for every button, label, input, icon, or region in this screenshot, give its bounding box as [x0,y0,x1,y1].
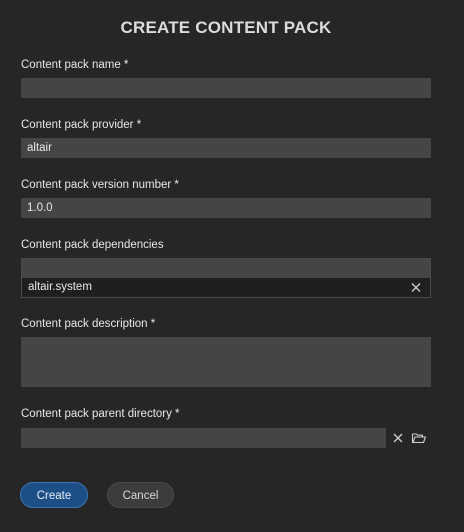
provider-label: Content pack provider * [21,119,142,131]
close-icon[interactable] [410,278,422,297]
version-input[interactable]: 1.0.0 [21,198,431,218]
cancel-button[interactable]: Cancel [107,482,174,508]
create-button[interactable]: Create [20,482,88,508]
description-label: Content pack description * [21,318,156,330]
dependencies-input[interactable] [22,259,430,278]
clear-directory-close-icon[interactable] [390,430,406,446]
name-label: Content pack name * [21,59,129,71]
dependencies-label: Content pack dependencies [21,239,164,251]
dialog-title: CREATE CONTENT PACK [120,18,332,37]
provider-input[interactable]: altair [21,138,431,158]
description-textarea[interactable] [21,337,431,387]
dependency-tag-label: altair.system [28,281,92,293]
version-label: Content pack version number * [21,179,179,191]
create-content-pack-dialog: CREATE CONTENT PACK Content pack name * … [0,0,464,532]
dependency-tag: altair.system [22,278,430,297]
name-input[interactable] [21,78,431,98]
folder-open-icon[interactable] [411,430,427,446]
parent-directory-label: Content pack parent directory * [21,408,180,420]
parent-directory-input[interactable] [21,428,386,448]
dependencies-field: altair.system [21,258,431,298]
